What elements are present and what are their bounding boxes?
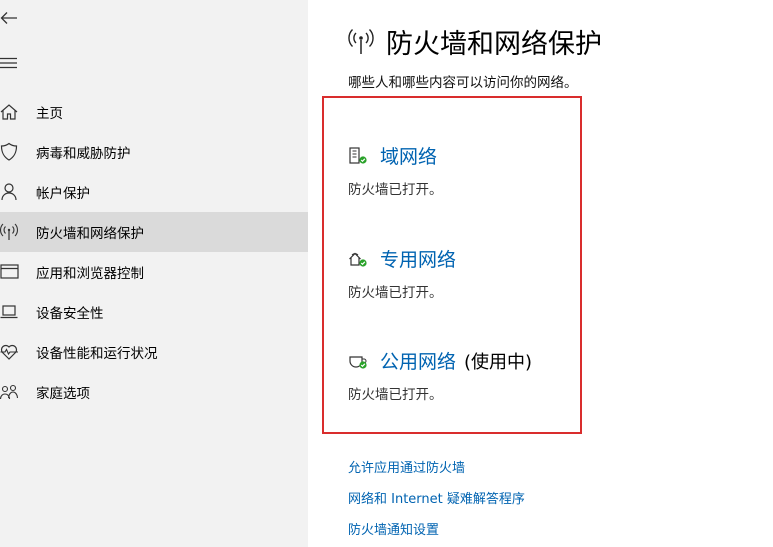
- person-icon: [0, 172, 22, 212]
- allow-app-through-firewall-link[interactable]: 允许应用通过防火墙: [348, 459, 525, 490]
- network-status: 防火墙已打开。: [348, 285, 443, 301]
- sidebar-nav: 主页 病毒和威胁防护 帐户保护 防火墙和网络保护 应用和浏览器控制 设备安全性 …: [0, 92, 308, 412]
- private-network-link[interactable]: 专用网络: [380, 245, 456, 272]
- network-troubleshooter-link[interactable]: 网络和 Internet 疑难解答程序: [348, 490, 525, 521]
- sidebar-item-label: 家庭选项: [36, 386, 90, 402]
- page-description: 哪些人和哪些内容可以访问你的网络。: [348, 75, 578, 91]
- private-network-icon: [348, 248, 370, 270]
- sidebar-item-label: 设备性能和运行状况: [36, 346, 158, 362]
- sidebar: 主页 病毒和威胁防护 帐户保护 防火墙和网络保护 应用和浏览器控制 设备安全性 …: [0, 0, 308, 547]
- family-icon: [0, 372, 22, 412]
- back-arrow-icon: [0, 12, 17, 24]
- back-button[interactable]: [0, 6, 24, 30]
- sidebar-item-label: 主页: [36, 106, 63, 122]
- sidebar-item-family-options[interactable]: 家庭选项: [0, 372, 308, 412]
- sidebar-item-virus-protection[interactable]: 病毒和威胁防护: [0, 132, 308, 172]
- home-icon: [0, 92, 22, 132]
- firewall-notification-settings-link[interactable]: 防火墙通知设置: [348, 521, 525, 547]
- sidebar-item-label: 设备安全性: [36, 306, 104, 322]
- network-status: 防火墙已打开。: [348, 387, 443, 403]
- page-title: 防火墙和网络保护: [386, 29, 602, 60]
- wifi-signal-icon: [348, 25, 376, 59]
- related-links: 允许应用通过防火墙 网络和 Internet 疑难解答程序 防火墙通知设置: [348, 459, 525, 547]
- domain-network-icon: [348, 145, 370, 167]
- sidebar-item-label: 防火墙和网络保护: [36, 226, 144, 242]
- public-network-icon: [348, 350, 370, 372]
- in-use-badge: (使用中): [464, 351, 533, 373]
- hamburger-icon: [0, 57, 17, 69]
- sidebar-item-home[interactable]: 主页: [0, 92, 308, 132]
- network-public: 公用网络 (使用中) 防火墙已打开。: [348, 347, 532, 403]
- browser-window-icon: [0, 252, 22, 292]
- sidebar-item-account-protection[interactable]: 帐户保护: [0, 172, 308, 212]
- network-domain: 域网络 防火墙已打开。: [348, 142, 443, 198]
- sidebar-item-label: 应用和浏览器控制: [36, 266, 144, 282]
- sidebar-item-label: 帐户保护: [36, 186, 90, 202]
- sidebar-item-firewall[interactable]: 防火墙和网络保护: [0, 212, 308, 252]
- sidebar-item-label: 病毒和威胁防护: [36, 146, 131, 162]
- sidebar-item-app-browser-control[interactable]: 应用和浏览器控制: [0, 252, 308, 292]
- page-header: 防火墙和网络保护: [348, 22, 602, 61]
- network-private: 专用网络 防火墙已打开。: [348, 245, 456, 301]
- sidebar-item-device-security[interactable]: 设备安全性: [0, 292, 308, 332]
- public-network-link[interactable]: 公用网络: [380, 347, 456, 374]
- network-status: 防火墙已打开。: [348, 182, 443, 198]
- menu-button[interactable]: [0, 52, 24, 74]
- sidebar-item-device-performance[interactable]: 设备性能和运行状况: [0, 332, 308, 372]
- heart-pulse-icon: [0, 332, 22, 372]
- shield-icon: [0, 132, 22, 172]
- wifi-signal-icon: [0, 212, 22, 252]
- main-content: 防火墙和网络保护 哪些人和哪些内容可以访问你的网络。 域网络 防火墙已打开。 专…: [308, 0, 773, 547]
- domain-network-link[interactable]: 域网络: [380, 142, 437, 169]
- laptop-icon: [0, 292, 22, 332]
